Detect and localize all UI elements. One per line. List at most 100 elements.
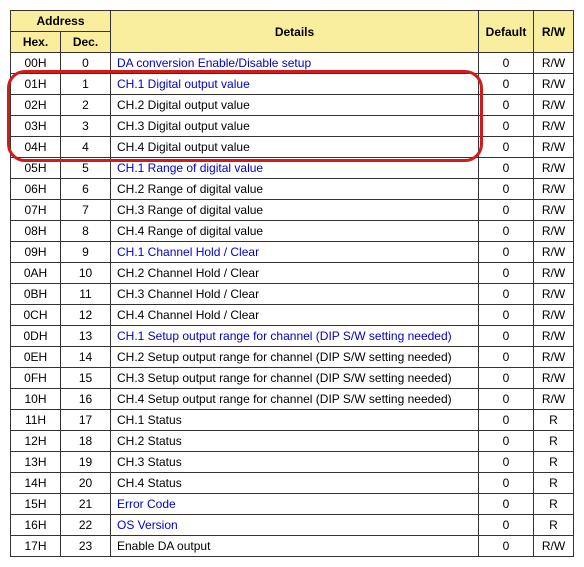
cell-dec: 16 [61, 389, 111, 410]
cell-default: 0 [479, 305, 534, 326]
cell-details: CH.3 Range of digital value [111, 200, 479, 221]
table-row: 0EH14CH.2 Setup output range for channel… [11, 347, 574, 368]
table-row: 04H4CH.4 Digital output value0R/W [11, 137, 574, 158]
table-row: 0DH13CH.1 Setup output range for channel… [11, 326, 574, 347]
cell-rw: R/W [534, 116, 574, 137]
cell-dec: 3 [61, 116, 111, 137]
cell-hex: 01H [11, 74, 61, 95]
cell-details: CH.4 Status [111, 473, 479, 494]
table-row: 06H6CH.2 Range of digital value0R/W [11, 179, 574, 200]
cell-default: 0 [479, 263, 534, 284]
cell-dec: 22 [61, 515, 111, 536]
cell-rw: R [534, 515, 574, 536]
register-table: Address Details Default R/W Hex. Dec. 00… [10, 10, 574, 557]
cell-rw: R/W [534, 326, 574, 347]
cell-default: 0 [479, 494, 534, 515]
cell-hex: 10H [11, 389, 61, 410]
cell-details: CH.1 Status [111, 410, 479, 431]
cell-rw: R/W [534, 74, 574, 95]
header-default: Default [479, 11, 534, 53]
cell-dec: 0 [61, 53, 111, 74]
cell-rw: R/W [534, 95, 574, 116]
cell-details: CH.2 Status [111, 431, 479, 452]
table-row: 08H8CH.4 Range of digital value0R/W [11, 221, 574, 242]
cell-dec: 8 [61, 221, 111, 242]
table-row: 14H20CH.4 Status0R [11, 473, 574, 494]
cell-dec: 14 [61, 347, 111, 368]
cell-rw: R [534, 410, 574, 431]
cell-dec: 15 [61, 368, 111, 389]
cell-details[interactable]: CH.1 Channel Hold / Clear [111, 242, 479, 263]
table-body: 00H0DA conversion Enable/Disable setup0R… [11, 53, 574, 557]
cell-hex: 0AH [11, 263, 61, 284]
cell-details[interactable]: Error Code [111, 494, 479, 515]
cell-details: Enable DA output [111, 536, 479, 557]
table-row: 0AH10CH.2 Channel Hold / Clear0R/W [11, 263, 574, 284]
cell-default: 0 [479, 452, 534, 473]
table-row: 02H2CH.2 Digital output value0R/W [11, 95, 574, 116]
table-row: 16H22OS Version0R [11, 515, 574, 536]
cell-dec: 20 [61, 473, 111, 494]
table-row: 0FH15CH.3 Setup output range for channel… [11, 368, 574, 389]
cell-details[interactable]: CH.1 Range of digital value [111, 158, 479, 179]
table-row: 10H16CH.4 Setup output range for channel… [11, 389, 574, 410]
table-row: 03H3CH.3 Digital output value0R/W [11, 116, 574, 137]
cell-hex: 14H [11, 473, 61, 494]
cell-rw: R/W [534, 179, 574, 200]
cell-details[interactable]: OS Version [111, 515, 479, 536]
header-address: Address [11, 11, 111, 32]
cell-dec: 7 [61, 200, 111, 221]
cell-default: 0 [479, 137, 534, 158]
cell-dec: 13 [61, 326, 111, 347]
cell-details: CH.4 Digital output value [111, 137, 479, 158]
cell-hex: 04H [11, 137, 61, 158]
cell-dec: 1 [61, 74, 111, 95]
cell-dec: 19 [61, 452, 111, 473]
table-row: 00H0DA conversion Enable/Disable setup0R… [11, 53, 574, 74]
cell-details[interactable]: CH.1 Digital output value [111, 74, 479, 95]
cell-hex: 09H [11, 242, 61, 263]
cell-details: CH.4 Channel Hold / Clear [111, 305, 479, 326]
cell-rw: R/W [534, 221, 574, 242]
cell-hex: 03H [11, 116, 61, 137]
cell-hex: 05H [11, 158, 61, 179]
table-row: 05H5CH.1 Range of digital value0R/W [11, 158, 574, 179]
cell-hex: 0FH [11, 368, 61, 389]
cell-default: 0 [479, 515, 534, 536]
cell-default: 0 [479, 410, 534, 431]
cell-dec: 10 [61, 263, 111, 284]
cell-hex: 0BH [11, 284, 61, 305]
cell-hex: 11H [11, 410, 61, 431]
header-details: Details [111, 11, 479, 53]
cell-details: CH.4 Setup output range for channel (DIP… [111, 389, 479, 410]
register-table-wrapper: Address Details Default R/W Hex. Dec. 00… [10, 10, 574, 557]
cell-default: 0 [479, 53, 534, 74]
cell-dec: 23 [61, 536, 111, 557]
cell-rw: R/W [534, 368, 574, 389]
cell-hex: 15H [11, 494, 61, 515]
cell-dec: 4 [61, 137, 111, 158]
table-row: 09H9CH.1 Channel Hold / Clear0R/W [11, 242, 574, 263]
cell-dec: 6 [61, 179, 111, 200]
table-row: 12H18CH.2 Status0R [11, 431, 574, 452]
cell-default: 0 [479, 347, 534, 368]
cell-rw: R/W [534, 158, 574, 179]
header-hex: Hex. [11, 32, 61, 53]
cell-default: 0 [479, 200, 534, 221]
cell-hex: 16H [11, 515, 61, 536]
cell-hex: 02H [11, 95, 61, 116]
cell-default: 0 [479, 242, 534, 263]
cell-details: CH.2 Digital output value [111, 95, 479, 116]
cell-dec: 18 [61, 431, 111, 452]
cell-default: 0 [479, 284, 534, 305]
cell-rw: R/W [534, 536, 574, 557]
cell-hex: 08H [11, 221, 61, 242]
cell-hex: 0EH [11, 347, 61, 368]
cell-default: 0 [479, 536, 534, 557]
cell-default: 0 [479, 179, 534, 200]
cell-details[interactable]: CH.1 Setup output range for channel (DIP… [111, 326, 479, 347]
cell-default: 0 [479, 389, 534, 410]
cell-hex: 07H [11, 200, 61, 221]
cell-dec: 9 [61, 242, 111, 263]
cell-details[interactable]: DA conversion Enable/Disable setup [111, 53, 479, 74]
